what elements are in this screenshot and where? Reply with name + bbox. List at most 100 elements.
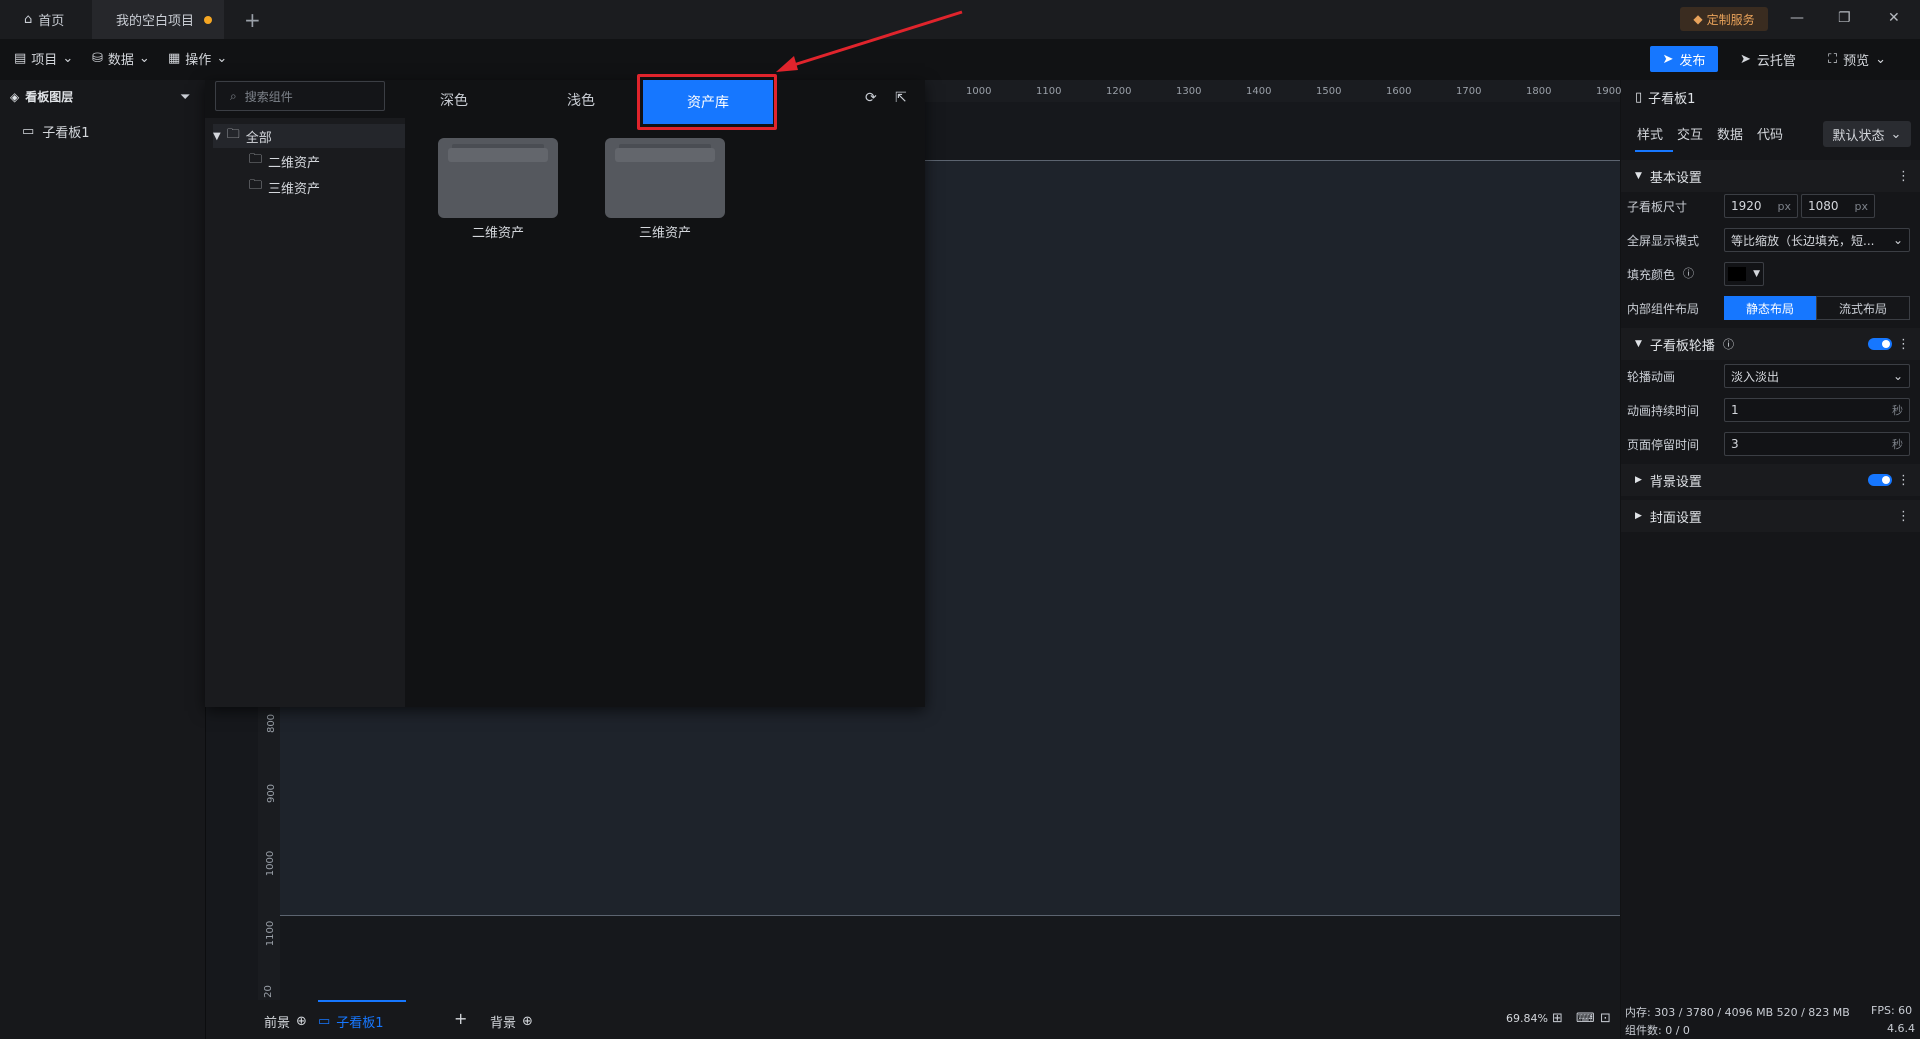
ruler-tick: 1300: [1176, 86, 1202, 97]
carousel-toggle[interactable]: [1868, 338, 1892, 350]
board-bottom-edge: [280, 915, 1620, 916]
monitor-icon: ▭: [22, 124, 35, 139]
minimize-icon[interactable]: —: [1790, 10, 1804, 26]
home-icon: ⌂: [24, 12, 33, 27]
section-basic[interactable]: ▼ 基本设置 ⋮: [1621, 160, 1920, 192]
tree-item-all[interactable]: ▼ 🗀 全部: [213, 124, 405, 148]
tab-foreground[interactable]: 前景 ⊕: [264, 1012, 307, 1031]
tab-interaction[interactable]: 交互: [1677, 124, 1703, 143]
search-input[interactable]: ⌕ 搜索组件: [215, 81, 385, 111]
preview-button[interactable]: ⛶ 预览 ⌄: [1828, 50, 1886, 69]
carousel-anim-select[interactable]: 淡入淡出 ⌄: [1724, 364, 1910, 388]
caret-down-icon: ▼: [1635, 171, 1642, 181]
publish-button[interactable]: ➤ 发布: [1650, 46, 1718, 72]
chevron-down-icon: ⌄: [1892, 369, 1903, 383]
tree-item-2d[interactable]: 🗀 二维资产: [249, 150, 320, 172]
fullscreen-label: 全屏显示模式: [1627, 234, 1700, 248]
tab-background[interactable]: 背景 ⊕: [490, 1012, 533, 1031]
layout-flow-button[interactable]: 流式布局: [1816, 296, 1910, 320]
project-menu[interactable]: ▤ 项目 ⌄: [14, 49, 73, 68]
layers-panel: ◈ 看板图层 ⏷ ▭ 子看板1: [0, 80, 206, 1039]
unit-label: px: [1854, 199, 1869, 213]
fill-color-picker[interactable]: ▼: [1724, 262, 1764, 286]
restore-icon[interactable]: ❐: [1838, 10, 1851, 26]
layout-static-button[interactable]: 静态布局: [1724, 296, 1816, 320]
caret-down-icon: ▼: [1635, 339, 1642, 349]
operation-menu[interactable]: ▦ 操作 ⌄: [168, 49, 227, 68]
data-menu-label: 数据: [107, 53, 134, 68]
section-title: 子看板轮播: [1649, 338, 1715, 354]
external-link-icon[interactable]: ⇱: [895, 90, 907, 106]
caret-down-icon: ▼: [1753, 269, 1760, 279]
unsaved-dot: [204, 15, 213, 24]
anim-duration-input[interactable]: 1 秒: [1724, 398, 1910, 422]
ruler-tick: 1500: [1316, 86, 1342, 97]
layer-item[interactable]: ▭ 子看板1: [22, 122, 90, 141]
fullscreen-select[interactable]: 等比缩放（长边填充，短... ⌄: [1724, 228, 1910, 252]
close-icon[interactable]: ✕: [1888, 10, 1900, 26]
fullscreen-icon: ⛶: [1828, 52, 1838, 67]
terminal-icon[interactable]: ⊡: [1600, 1011, 1611, 1026]
height-value: 1080: [1808, 199, 1839, 213]
asset-tree: ▼ 🗀 全部 🗀 二维资产 🗀 三维资产: [205, 118, 405, 707]
folder-2d-asset[interactable]: [438, 138, 558, 218]
stay-input[interactable]: 3 秒: [1724, 432, 1910, 456]
background-toggle[interactable]: [1868, 474, 1892, 486]
section-carousel[interactable]: ▼ 子看板轮播 ⓘ ⋮: [1621, 328, 1920, 360]
tab-data[interactable]: 数据: [1717, 124, 1743, 143]
width-value: 1920: [1731, 199, 1762, 213]
more-icon[interactable]: ⋮: [1897, 337, 1910, 352]
tree-item-label: 二维资产: [268, 155, 321, 171]
tree-item-3d[interactable]: 🗀 三维资产: [249, 176, 320, 198]
keyboard-icon[interactable]: ⌨: [1576, 1011, 1595, 1026]
monitor-icon: ▭: [318, 1014, 331, 1029]
add-icon[interactable]: ⊕: [522, 1014, 533, 1029]
height-input[interactable]: 1080 px: [1801, 194, 1875, 218]
more-icon[interactable]: ⋮: [1897, 169, 1910, 184]
version: 4.6.4: [1887, 1022, 1915, 1035]
ruler-tick: 1900: [1596, 86, 1622, 97]
color-swatch: [1728, 267, 1746, 281]
data-menu[interactable]: ⛁ 数据 ⌄: [92, 49, 150, 68]
cloud-hosting-button[interactable]: ➤ 云托管: [1740, 50, 1796, 69]
more-icon[interactable]: ⋮: [1897, 473, 1910, 488]
tab-dark[interactable]: 深色: [440, 90, 468, 110]
tab-code[interactable]: 代码: [1757, 124, 1783, 143]
tab-home[interactable]: ⌂ 首页: [0, 0, 92, 39]
section-cover[interactable]: ▶ 封面设置 ⋮: [1621, 500, 1920, 532]
bottom-bar: 前景 ⊕ ▭ 子看板1 + 背景 ⊕ 69.84% ⊞ ⌨ ⊡: [206, 1000, 1620, 1039]
section-background[interactable]: ▶ 背景设置 ⋮: [1621, 464, 1920, 496]
ruler-top: 1000 1100 1200 1300 1400 1500 1600 1700 …: [920, 80, 1622, 102]
add-icon[interactable]: ⊕: [296, 1014, 307, 1029]
chevron-down-icon: ⌄: [216, 51, 228, 66]
filter-icon[interactable]: ⏷: [180, 90, 190, 105]
layers-header: ◈ 看板图层: [10, 88, 73, 105]
help-icon[interactable]: ⓘ: [1723, 336, 1734, 352]
tab-sub-board[interactable]: ▭ 子看板1: [318, 1012, 384, 1031]
state-select[interactable]: 默认状态 ⌄: [1823, 121, 1911, 147]
tab-light[interactable]: 浅色: [567, 90, 595, 110]
file-icon: ▤: [14, 51, 27, 66]
new-tab-button[interactable]: +: [244, 8, 261, 32]
layout-label: 内部组件布局: [1627, 302, 1700, 316]
section-title: 基本设置: [1649, 170, 1702, 186]
carousel-anim-label: 轮播动画: [1627, 370, 1676, 384]
tab-project[interactable]: 我的空白项目: [92, 0, 224, 39]
more-icon[interactable]: ⋮: [1897, 509, 1910, 524]
props-title: 子看板1: [1648, 92, 1696, 107]
tab-style[interactable]: 样式: [1637, 124, 1663, 143]
fit-screen-icon[interactable]: ⊞: [1552, 1011, 1563, 1026]
help-icon[interactable]: ⓘ: [1683, 265, 1694, 281]
zoom-level[interactable]: 69.84%: [1506, 1012, 1548, 1025]
chevron-down-icon: ⌄: [1892, 233, 1903, 247]
highlight-box: [637, 74, 777, 130]
refresh-icon[interactable]: ⟳: [865, 90, 877, 106]
add-sub-board-button[interactable]: +: [454, 1009, 467, 1028]
tab-home-label: 首页: [38, 14, 65, 29]
background-label: 背景: [490, 1016, 517, 1031]
foreground-label: 前景: [264, 1016, 291, 1031]
width-input[interactable]: 1920 px: [1724, 194, 1798, 218]
folder-3d-asset[interactable]: [605, 138, 725, 218]
custom-service-button[interactable]: ◆ 定制服务: [1680, 7, 1768, 31]
panel-icon: ▯: [1635, 90, 1643, 105]
